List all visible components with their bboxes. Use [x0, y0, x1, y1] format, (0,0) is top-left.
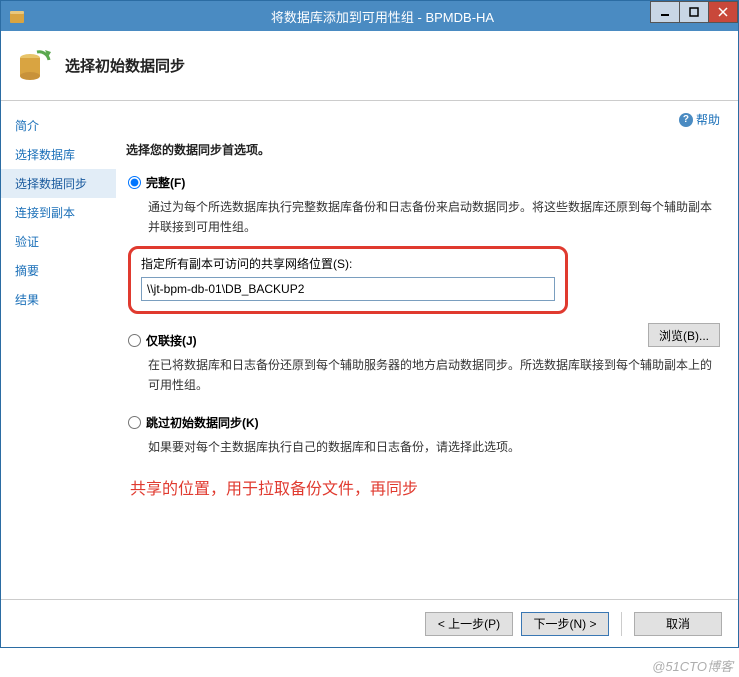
- annotation-text: 共享的位置，用于拉取备份文件，再同步: [130, 475, 722, 499]
- network-location-box: 指定所有副本可访问的共享网络位置(S):: [128, 246, 568, 314]
- option-skip-label: 跳过初始数据同步(K): [146, 414, 259, 431]
- browse-button[interactable]: 浏览(B)...: [648, 323, 720, 347]
- sidebar: 简介 选择数据库 选择数据同步 连接到副本 验证 摘要 结果: [1, 101, 116, 599]
- window-title: 将数据库添加到可用性组 - BPMDB-HA: [27, 7, 738, 26]
- sidebar-item-label: 选择数据库: [15, 148, 75, 162]
- header: 选择初始数据同步: [1, 31, 738, 101]
- sidebar-item-data-sync[interactable]: 选择数据同步: [1, 169, 116, 198]
- radio-full[interactable]: [128, 176, 141, 189]
- sidebar-item-label: 选择数据同步: [15, 177, 87, 191]
- sidebar-item-label: 摘要: [15, 264, 39, 278]
- sidebar-item-label: 连接到副本: [15, 206, 75, 220]
- body: 简介 选择数据库 选择数据同步 连接到副本 验证 摘要 结果 ? 帮助 选择您的…: [1, 101, 738, 599]
- separator: [621, 612, 622, 636]
- option-skip-row[interactable]: 跳过初始数据同步(K): [128, 414, 722, 431]
- option-skip: 跳过初始数据同步(K) 如果要对每个主数据库执行自己的数据库和日志备份，请选择此…: [126, 414, 722, 457]
- option-full-label: 完整(F): [146, 174, 185, 191]
- option-join-label: 仅联接(J): [146, 332, 197, 349]
- option-full-desc: 通过为每个所选数据库执行完整数据库备份和日志备份来启动数据同步。将这些数据库还原…: [148, 197, 722, 238]
- help-link[interactable]: ? 帮助: [679, 111, 720, 128]
- page-title: 选择初始数据同步: [65, 55, 185, 76]
- prev-button[interactable]: < 上一步(P): [425, 612, 513, 636]
- sidebar-item-label: 验证: [15, 235, 39, 249]
- option-full-row[interactable]: 完整(F): [128, 174, 722, 191]
- minimize-button[interactable]: [650, 1, 680, 23]
- network-path-input[interactable]: [141, 277, 555, 301]
- footer: < 上一步(P) 下一步(N) > 取消: [1, 599, 738, 647]
- network-location-label: 指定所有副本可访问的共享网络位置(S):: [141, 255, 555, 272]
- sidebar-item-label: 简介: [15, 119, 39, 133]
- next-button[interactable]: 下一步(N) >: [521, 612, 609, 636]
- help-icon: ?: [679, 113, 693, 127]
- sidebar-item-results[interactable]: 结果: [1, 285, 116, 314]
- option-join-row[interactable]: 仅联接(J): [128, 332, 722, 349]
- dialog-window: 将数据库添加到可用性组 - BPMDB-HA 选择初始数据同步: [0, 0, 739, 648]
- watermark: @51CTO博客: [652, 656, 733, 675]
- titlebar: 将数据库添加到可用性组 - BPMDB-HA: [1, 1, 738, 31]
- app-icon: [7, 6, 27, 26]
- sidebar-item-intro[interactable]: 简介: [1, 111, 116, 140]
- radio-skip[interactable]: [128, 416, 141, 429]
- content-panel: ? 帮助 选择您的数据同步首选项。 完整(F) 通过为每个所选数据库执行完整数据…: [116, 101, 738, 599]
- sidebar-item-select-db[interactable]: 选择数据库: [1, 140, 116, 169]
- content-heading: 选择您的数据同步首选项。: [126, 141, 722, 158]
- close-button[interactable]: [708, 1, 738, 23]
- option-skip-desc: 如果要对每个主数据库执行自己的数据库和日志备份，请选择此选项。: [148, 437, 722, 457]
- option-full: 完整(F) 通过为每个所选数据库执行完整数据库备份和日志备份来启动数据同步。将这…: [126, 174, 722, 314]
- cancel-button[interactable]: 取消: [634, 612, 722, 636]
- maximize-button[interactable]: [679, 1, 709, 23]
- database-sync-icon: [15, 46, 55, 86]
- network-location-input-row: [141, 277, 555, 301]
- radio-join[interactable]: [128, 334, 141, 347]
- sidebar-item-validate[interactable]: 验证: [1, 227, 116, 256]
- help-label: 帮助: [696, 111, 720, 128]
- option-join-desc: 在已将数据库和日志备份还原到每个辅助服务器的地方启动数据同步。所选数据库联接到每…: [148, 355, 722, 396]
- sidebar-item-summary[interactable]: 摘要: [1, 256, 116, 285]
- window-controls: [651, 1, 738, 23]
- sidebar-item-label: 结果: [15, 293, 39, 307]
- sidebar-item-connect-replica[interactable]: 连接到副本: [1, 198, 116, 227]
- option-join: 仅联接(J) 在已将数据库和日志备份还原到每个辅助服务器的地方启动数据同步。所选…: [126, 332, 722, 396]
